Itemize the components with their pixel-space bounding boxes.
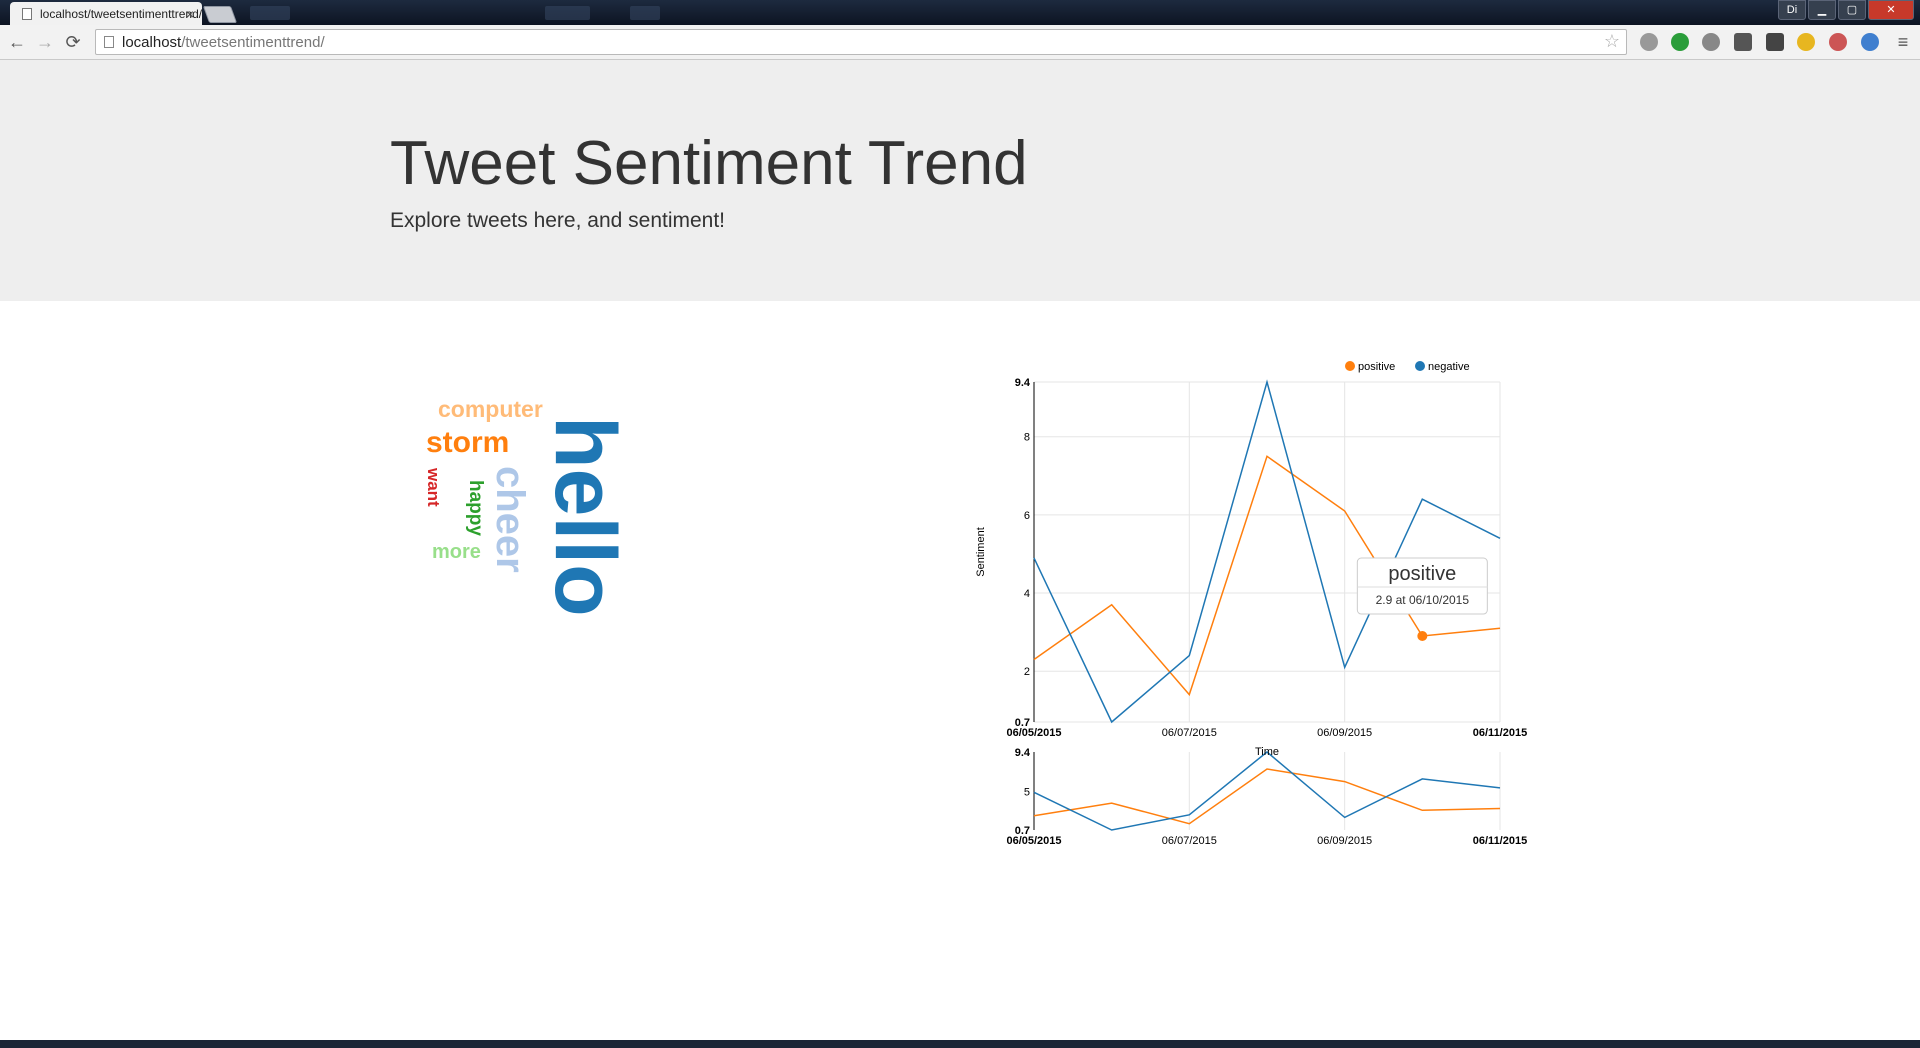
browser-toolbar: ← → ⟳ localhost/tweetsentimenttrend/ ☆ ≡ <box>0 25 1920 60</box>
close-window-icon[interactable]: ✕ <box>1868 0 1914 20</box>
user-extension-icon[interactable] <box>1861 33 1879 51</box>
main-y-tick-label: 8 <box>1024 432 1030 444</box>
address-bar[interactable]: localhost/tweetsentimenttrend/ ☆ <box>95 29 1627 55</box>
legend-label-negative: negative <box>1428 361 1470 373</box>
main-x-tick-label: 06/11/2015 <box>1473 727 1527 739</box>
overview-series-line-positive <box>1033 768 1501 825</box>
weather-icon[interactable] <box>1797 33 1815 51</box>
main-y-tick-label: 9.4 <box>1015 377 1031 389</box>
bookmark-star-icon[interactable]: ☆ <box>1604 31 1620 52</box>
overview-y-tick-label: 5 <box>1024 786 1030 798</box>
word-cloud-word: storm <box>426 426 510 459</box>
overview-x-tick-label: 06/11/2015 <box>1473 835 1527 847</box>
tab-title: localhost/tweetsentimenttrend/ <box>40 7 202 21</box>
tooltip-title: positive <box>1388 563 1456 585</box>
background-window-decoration <box>630 6 660 20</box>
word-cloud-word: computer <box>438 396 543 422</box>
window-controls: Di ▁ ▢ ✕ <box>1778 0 1914 20</box>
main-x-tick-label: 06/09/2015 <box>1317 727 1372 739</box>
evernote-icon[interactable] <box>1766 33 1784 51</box>
overview-y-tick-label: 9.4 <box>1015 747 1031 759</box>
jumbotron-header: Tweet Sentiment Trend Explore tweets her… <box>0 60 1920 301</box>
download-icon[interactable] <box>1829 33 1847 51</box>
word-cloud-word: more <box>432 541 481 563</box>
extension-toggle-icon[interactable] <box>1671 33 1689 51</box>
tab-close-icon[interactable]: × <box>186 6 194 22</box>
main-x-tick-label: 06/05/2015 <box>1006 727 1061 739</box>
highlighted-point <box>1417 631 1428 642</box>
address-url[interactable]: localhost/tweetsentimenttrend/ <box>122 34 325 51</box>
sentiment-line-chart: 0.724689.406/05/2015 06/07/2015 06/09/2015… <box>975 361 1527 847</box>
main-x-tick-label: 06/07/2015 <box>1162 727 1217 739</box>
menu-icon[interactable]: ≡ <box>1892 31 1914 53</box>
maximize-icon[interactable]: ▢ <box>1838 0 1866 20</box>
overview-x-tick-label: 06/07/2015 <box>1162 835 1217 847</box>
main-y-tick-label: 4 <box>1024 588 1030 600</box>
browser-tab[interactable]: localhost/tweetsentimenttrend/ × <box>10 2 202 25</box>
page-subtitle: Explore tweets here, and sentiment! <box>390 209 726 232</box>
x-axis-label: Time <box>1255 746 1279 758</box>
background-window-decoration <box>545 6 590 20</box>
os-taskbar <box>0 1040 1920 1048</box>
word-cloud-word: cheer <box>488 466 532 573</box>
legend-marker-negative <box>1415 361 1425 371</box>
overview-series-line-negative <box>1033 751 1501 831</box>
pocket-icon[interactable] <box>1734 33 1752 51</box>
y-axis-label: Sentiment <box>975 527 987 577</box>
forward-arrow-icon[interactable]: → <box>34 31 56 53</box>
reload-icon[interactable]: ⟳ <box>62 31 84 53</box>
profile-badge[interactable]: Di <box>1778 0 1806 20</box>
page-title: Tweet Sentiment Trend <box>390 129 1028 198</box>
main-y-tick-label: 2 <box>1024 666 1030 678</box>
new-tab-button[interactable] <box>202 6 238 23</box>
tooltip-text: 2.9 at 06/10/2015 <box>1376 593 1470 607</box>
word-cloud-word: happy <box>465 480 486 536</box>
page-icon <box>104 36 114 48</box>
minimize-icon[interactable]: ▁ <box>1808 0 1836 20</box>
overview-x-tick-label: 06/05/2015 <box>1006 835 1061 847</box>
legend-label-positive: positive <box>1358 361 1395 373</box>
background-window-decoration <box>250 6 290 20</box>
extension-pin-icon[interactable] <box>1640 33 1658 51</box>
overview-x-tick-label: 06/09/2015 <box>1317 835 1372 847</box>
word-cloud-word: hello <box>537 416 633 617</box>
url-path: /tweetsentimenttrend/ <box>181 34 325 51</box>
extension-globe-icon[interactable] <box>1702 33 1720 51</box>
word-cloud: hello cheer computer storm happy want mo… <box>410 390 650 630</box>
back-arrow-icon[interactable]: ← <box>6 31 28 53</box>
word-cloud-word: want <box>424 468 443 507</box>
main-y-tick-label: 6 <box>1024 510 1030 522</box>
page-favicon-icon <box>22 8 32 20</box>
legend-marker-positive <box>1345 361 1355 371</box>
browser-tab-strip: localhost/tweetsentimenttrend/ × Di ▁ ▢ … <box>0 0 1920 25</box>
url-host: localhost <box>122 34 182 51</box>
